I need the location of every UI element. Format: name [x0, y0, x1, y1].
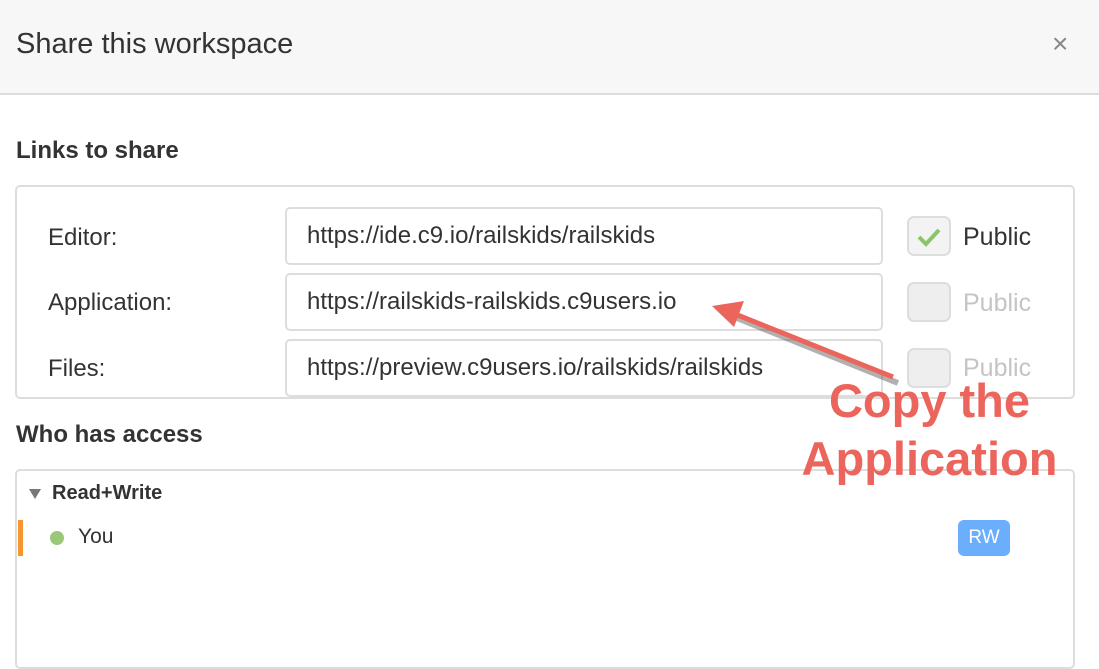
annotation-arrow — [712, 301, 900, 386]
annotation-line1: Copy the — [828, 374, 1031, 427]
annotation-line2: Application — [801, 432, 1058, 485]
